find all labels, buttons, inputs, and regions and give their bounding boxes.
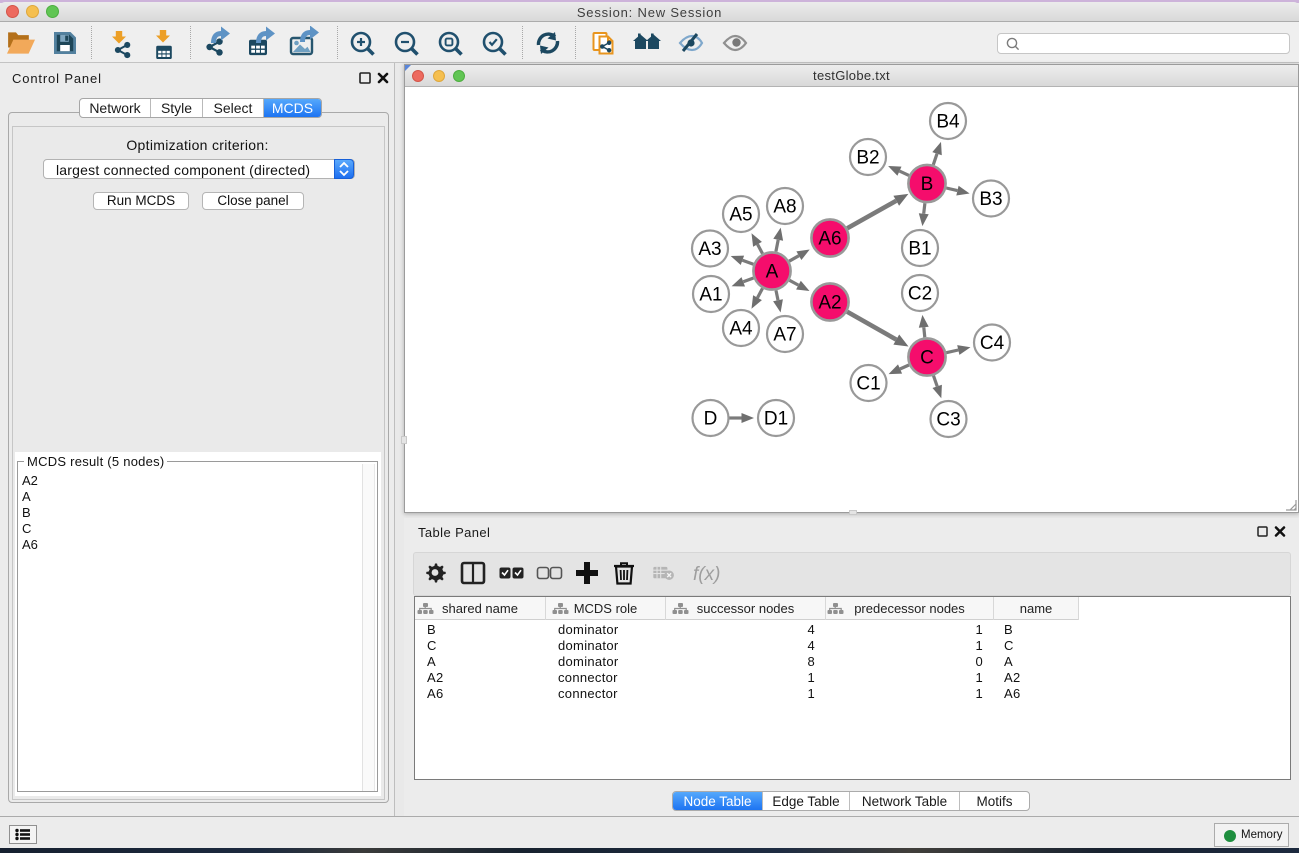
svg-text:A: A (766, 262, 779, 283)
svg-text:C1: C1 (856, 374, 880, 395)
svg-text:A5: A5 (729, 205, 752, 226)
svg-text:D1: D1 (764, 409, 788, 430)
svg-text:A3: A3 (698, 239, 721, 260)
svg-text:B3: B3 (979, 189, 1002, 210)
svg-text:A6: A6 (818, 229, 841, 250)
svg-text:A7: A7 (773, 325, 796, 346)
svg-text:C: C (920, 348, 934, 369)
svg-text:B4: B4 (936, 112, 960, 133)
svg-text:B2: B2 (856, 148, 879, 169)
svg-text:A4: A4 (729, 319, 753, 340)
svg-text:A1: A1 (699, 285, 722, 306)
svg-text:B: B (921, 174, 934, 195)
svg-text:A8: A8 (773, 197, 796, 218)
svg-text:C4: C4 (980, 333, 1005, 354)
svg-text:A2: A2 (818, 293, 841, 314)
svg-text:D: D (704, 409, 718, 430)
svg-text:C3: C3 (936, 410, 960, 431)
svg-text:f(x): f(x) (693, 564, 720, 585)
svg-text:C2: C2 (908, 284, 932, 305)
svg-text:B1: B1 (908, 239, 931, 260)
